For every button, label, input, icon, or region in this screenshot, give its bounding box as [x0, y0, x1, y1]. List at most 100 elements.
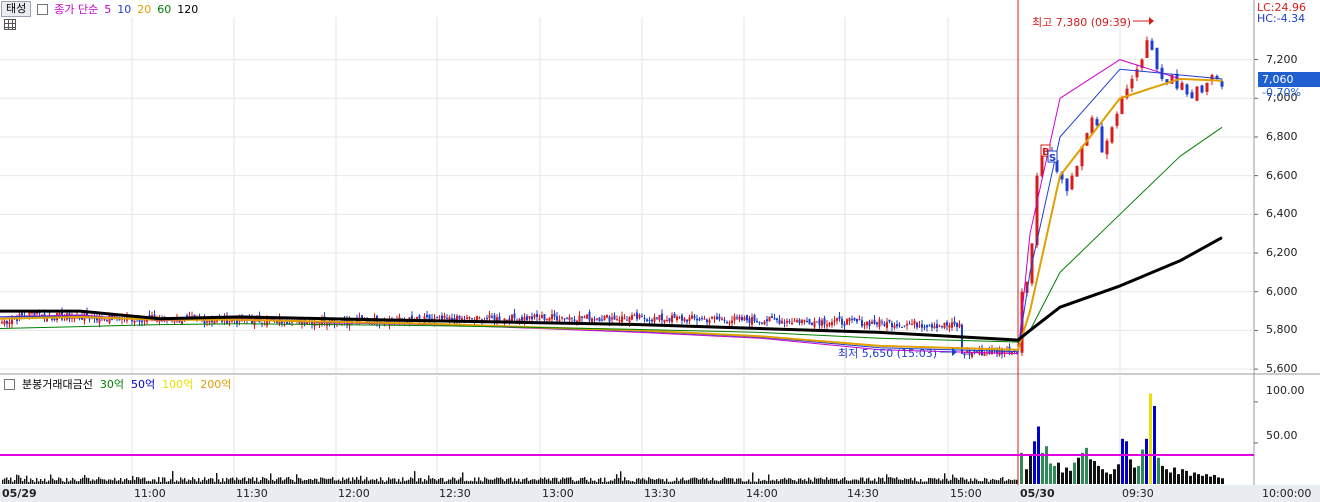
volume-bar	[260, 480, 262, 484]
volume-bar	[768, 474, 770, 484]
volume-bar	[848, 480, 850, 484]
volume-bar	[1029, 455, 1032, 484]
volume-bar	[468, 481, 470, 484]
volume-bar	[350, 481, 352, 484]
volume-bar	[486, 478, 488, 484]
volume-bar	[52, 478, 54, 484]
volume-bar	[634, 481, 636, 484]
volume-bar	[664, 481, 666, 484]
candle-body	[791, 322, 793, 325]
volume-bar	[238, 479, 240, 484]
candle-body	[731, 320, 733, 324]
volume-bar	[578, 480, 580, 484]
candle-body	[531, 316, 533, 320]
candle-body	[643, 318, 646, 320]
volume-bar	[614, 478, 616, 484]
volume-bar	[1125, 441, 1128, 484]
time-axis-label: 12:30	[439, 487, 471, 500]
volume-bar	[254, 480, 256, 484]
volume-bar	[786, 479, 788, 484]
volume-bar	[344, 479, 346, 484]
volume-bar	[536, 480, 538, 484]
candle-body	[1065, 178, 1069, 192]
volume-bar	[224, 481, 226, 484]
candle-body	[1145, 40, 1149, 59]
volume-bar	[324, 478, 326, 484]
volume-bar	[196, 481, 198, 484]
volume-bar	[746, 481, 748, 484]
volume-bar	[882, 477, 884, 484]
volume-bar	[376, 478, 378, 484]
volume-bar	[540, 477, 542, 484]
volume-bar	[772, 479, 774, 484]
candle-body	[546, 318, 548, 320]
candle-body	[691, 315, 693, 319]
volume-bar	[930, 477, 932, 484]
candle-body	[53, 318, 56, 320]
volume-bar	[640, 479, 642, 484]
volume-bar	[92, 479, 94, 484]
volume-bar	[392, 478, 394, 484]
volume-bar	[820, 477, 822, 484]
volume-bar	[168, 481, 170, 484]
volume-bar	[716, 480, 718, 484]
volume-bar	[354, 479, 356, 484]
candle-body	[828, 323, 831, 326]
volume-bar	[126, 478, 128, 484]
volume-bar	[526, 477, 528, 484]
volume-bar	[766, 480, 768, 484]
candle-body	[468, 317, 471, 319]
volume-bar	[896, 477, 898, 484]
volume-bar	[72, 477, 74, 484]
volume-bar	[1181, 469, 1184, 484]
volume-bar	[568, 477, 570, 484]
volume-bar	[232, 477, 234, 484]
candle-body	[948, 325, 951, 328]
volume-bar	[6, 477, 8, 484]
volume-bar	[630, 481, 632, 484]
candle-body	[638, 314, 641, 319]
price-tick-label: 6,400	[1266, 207, 1298, 221]
volume-bar	[972, 480, 974, 484]
volume-bar	[808, 477, 810, 484]
volume-bar	[758, 478, 760, 484]
candle-body	[628, 317, 631, 323]
volume-bar	[602, 481, 604, 484]
volume-bar	[992, 478, 994, 484]
stock-name-button[interactable]: 태성	[1, 1, 32, 17]
volume-bar	[898, 479, 900, 484]
time-axis-label: 12:00	[338, 487, 370, 500]
time-axis-label: 11:00	[134, 487, 166, 500]
volume-settings-icon[interactable]	[4, 378, 15, 390]
volume-bar	[264, 478, 266, 484]
volume-bar	[158, 477, 160, 484]
candle-body	[916, 322, 918, 328]
volume-bar	[626, 480, 628, 484]
grid-icon[interactable]	[4, 19, 16, 30]
candle-body	[311, 322, 313, 325]
candle-body	[173, 321, 176, 323]
volume-bar	[842, 478, 844, 484]
change-percent: -0.70%	[1262, 86, 1301, 99]
volume-bar	[994, 479, 996, 484]
volume-bar	[400, 481, 402, 484]
volume-bar	[1109, 474, 1112, 484]
candle-body	[781, 320, 783, 324]
volume-bar	[794, 480, 796, 484]
candle-body	[708, 320, 711, 323]
candle-body	[886, 321, 888, 328]
volume-bar	[166, 481, 168, 484]
candle-body	[548, 318, 551, 321]
volume-bar	[886, 474, 888, 484]
volume-bar	[740, 478, 742, 484]
volume-bar	[330, 478, 332, 484]
volume-bar	[620, 471, 622, 484]
volume-bar	[932, 478, 934, 484]
volume-bar	[938, 478, 940, 484]
candle-body	[741, 317, 743, 321]
volume-bar	[570, 477, 572, 484]
volume-bar	[236, 477, 238, 484]
settings-square-icon[interactable]	[37, 3, 49, 15]
volume-bar	[332, 477, 334, 484]
candle-body	[716, 316, 718, 320]
